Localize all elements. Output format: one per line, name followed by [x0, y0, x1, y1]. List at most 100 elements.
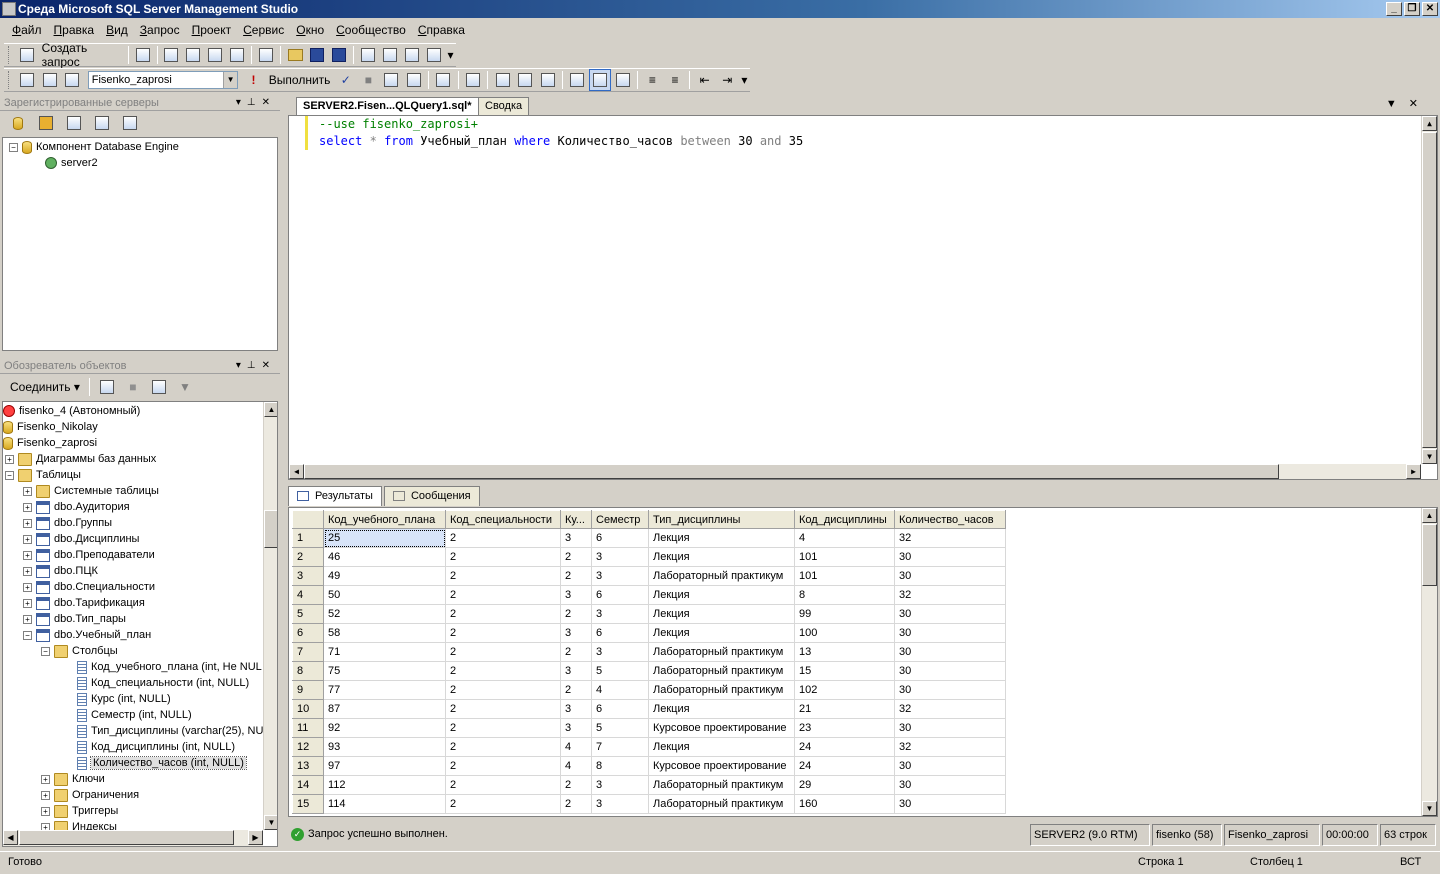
toolbar-overflow-icon[interactable]: ▾	[446, 45, 455, 65]
column-header[interactable]: Код_дисциплины	[794, 510, 895, 529]
grid-cell[interactable]: 2	[445, 794, 561, 814]
collapse-icon[interactable]: −	[23, 630, 32, 640]
grid-cell[interactable]: 2	[445, 775, 561, 795]
row-number-cell[interactable]: 15	[292, 794, 324, 814]
grid-cell[interactable]: 87	[323, 699, 446, 719]
grid-cell[interactable]: 30	[894, 775, 1006, 795]
tree-node-tables[interactable]: − Таблицы	[3, 467, 263, 483]
row-number-cell[interactable]: 3	[292, 566, 324, 586]
grid-cell[interactable]: 30	[894, 547, 1006, 567]
grid-cell[interactable]: 2	[445, 566, 561, 586]
comment-icon[interactable]: ≡	[642, 70, 663, 90]
refresh-icon[interactable]	[148, 377, 170, 397]
close-button[interactable]: ✕	[1422, 2, 1438, 16]
scroll-up-icon[interactable]: ▲	[1422, 116, 1437, 131]
row-number-cell[interactable]: 14	[292, 775, 324, 795]
grid-cell[interactable]: 30	[894, 756, 1006, 776]
table-row[interactable]: 5 52 2 2 3 Лекция 99 30	[292, 604, 1006, 624]
expand-icon[interactable]: +	[23, 550, 32, 560]
grid-cell[interactable]: 30	[894, 718, 1006, 738]
scroll-left-icon[interactable]: ◀	[289, 464, 304, 479]
sql-mobile-icon[interactable]	[119, 113, 141, 133]
tree-node-indexes[interactable]: + Индексы	[3, 819, 263, 830]
grid-cell[interactable]: 3	[591, 604, 649, 624]
new-query-icon[interactable]	[17, 45, 37, 65]
grid-cell[interactable]: 32	[894, 737, 1006, 757]
grid-cell[interactable]: 114	[323, 794, 446, 814]
tab-summary[interactable]: Сводка	[478, 97, 530, 115]
integration-services-icon[interactable]	[91, 113, 113, 133]
results-grid[interactable]: Код_учебного_плана Код_специальности Ку.…	[292, 510, 1006, 814]
tree-node-fisenko-4[interactable]: fisenko_4 (Автономный)	[3, 403, 263, 419]
grid-cell[interactable]: 2	[560, 680, 592, 700]
scroll-down-icon[interactable]: ▼	[1422, 449, 1437, 464]
expand-icon[interactable]: +	[23, 566, 32, 576]
grid-cell[interactable]: 2	[445, 623, 561, 643]
tab-messages[interactable]: Сообщения	[383, 486, 480, 506]
table-row[interactable]: 2 46 2 2 3 Лекция 101 30	[292, 547, 1006, 567]
scroll-thumb[interactable]	[264, 510, 277, 548]
table-row[interactable]: 7 71 2 2 3 Лабораторный практикум 13 30	[292, 642, 1006, 662]
grid-cell[interactable]: 4	[560, 756, 592, 776]
new-query-button[interactable]: Создать запрос	[38, 41, 125, 69]
expand-icon[interactable]: +	[23, 534, 32, 544]
tree-node-column[interactable]: Код_дисциплины (int, NULL)	[3, 739, 263, 755]
db-engine-icon[interactable]	[7, 113, 29, 133]
table-row[interactable]: 8 75 2 3 5 Лабораторный практикум 15 30	[292, 661, 1006, 681]
menu-help[interactable]: Справка	[412, 20, 471, 40]
table-row[interactable]: 3 49 2 2 3 Лабораторный практикум 101 30	[292, 566, 1006, 586]
grid-cell[interactable]: Курсовое проектирование	[648, 756, 795, 776]
pin-icon[interactable]: ⊥	[247, 360, 262, 371]
grid-cell[interactable]: 97	[323, 756, 446, 776]
grid-cell[interactable]: 50	[323, 585, 446, 605]
save-all-icon[interactable]	[329, 45, 349, 65]
expand-icon[interactable]: +	[41, 790, 50, 800]
expand-icon[interactable]: +	[23, 598, 32, 608]
tree-node-db-engine[interactable]: − Компонент Database Engine	[3, 139, 277, 155]
tree-node-column[interactable]: Код_учебного_плана (int, Не NUL	[3, 659, 263, 675]
grid-cell[interactable]: 30	[894, 680, 1006, 700]
tree-node-table[interactable]: + dbo.Дисциплины	[3, 531, 263, 547]
scroll-thumb[interactable]	[304, 464, 1279, 479]
expand-icon[interactable]: +	[41, 806, 50, 816]
pin-icon[interactable]: ⊥	[247, 97, 262, 108]
row-number-cell[interactable]: 5	[292, 604, 324, 624]
collapse-icon[interactable]: −	[9, 142, 18, 152]
grid-cell[interactable]: 3	[560, 699, 592, 719]
grid-cell[interactable]: 21	[794, 699, 895, 719]
grid-cell[interactable]: 102	[794, 680, 895, 700]
grid-cell[interactable]: 4	[794, 528, 895, 548]
menu-file[interactable]: Файл	[6, 20, 48, 40]
column-header[interactable]: Количество_часов	[894, 510, 1006, 529]
row-number-cell[interactable]: 8	[292, 661, 324, 681]
analysis-query-icon[interactable]	[183, 45, 203, 65]
row-number-cell[interactable]: 4	[292, 585, 324, 605]
column-header[interactable]: Код_учебного_плана	[323, 510, 446, 529]
grid-cell[interactable]: Лекция	[648, 547, 795, 567]
tree-node-table[interactable]: + dbo.Преподаватели	[3, 547, 263, 563]
disconnect-icon[interactable]	[96, 377, 118, 397]
template-explorer-icon[interactable]	[402, 45, 422, 65]
row-number-cell[interactable]: 1	[292, 528, 324, 548]
results-to-text-icon[interactable]	[538, 70, 559, 90]
grid-cell[interactable]: 30	[894, 623, 1006, 643]
results-to-grid-icon[interactable]	[567, 70, 588, 90]
grid-cell[interactable]: Лабораторный практикум	[648, 566, 795, 586]
collapse-icon[interactable]: −	[41, 646, 50, 656]
grid-cell[interactable]: Лабораторный практикум	[648, 680, 795, 700]
grid-cell[interactable]: 2	[445, 718, 561, 738]
close-panel-icon[interactable]: ✕	[262, 360, 276, 371]
row-number-cell[interactable]: 10	[292, 699, 324, 719]
grid-cell[interactable]: 32	[894, 699, 1006, 719]
dmx-query-icon[interactable]	[205, 45, 225, 65]
table-row[interactable]: 12 93 2 4 7 Лекция 24 32	[292, 737, 1006, 757]
tree-node-fisenko-nikolay[interactable]: Fisenko_Nikolay	[3, 419, 263, 435]
grid-cell[interactable]: 2	[560, 566, 592, 586]
grid-cell[interactable]: 2	[445, 642, 561, 662]
grid-cell[interactable]: 6	[591, 623, 649, 643]
menu-tools[interactable]: Сервис	[237, 20, 290, 40]
grid-cell[interactable]: 93	[323, 737, 446, 757]
grid-cell[interactable]: 3	[560, 623, 592, 643]
grid-cell[interactable]: 30	[894, 661, 1006, 681]
grid-cell[interactable]: Лабораторный практикум	[648, 794, 795, 814]
